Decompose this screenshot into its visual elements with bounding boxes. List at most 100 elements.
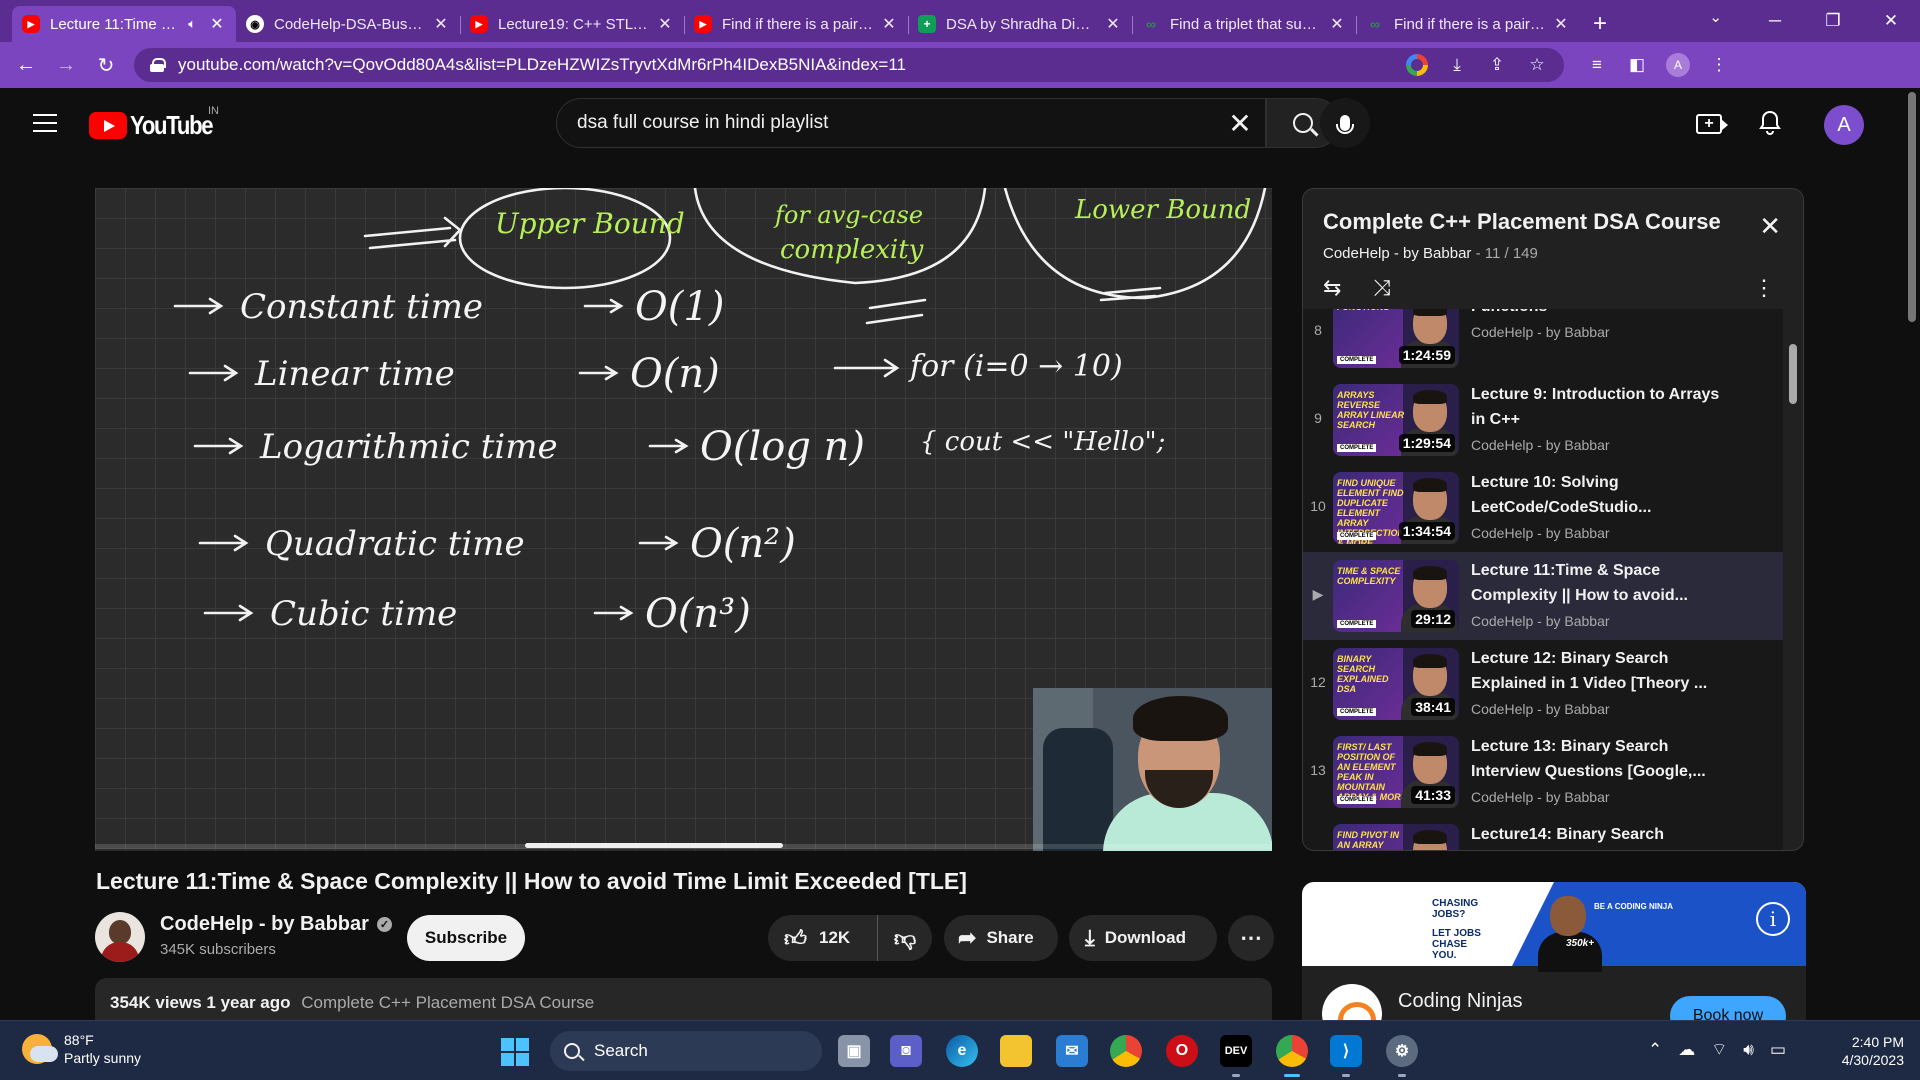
taskbar-search[interactable]: Search [550, 1031, 822, 1071]
bookmark-star-icon[interactable]: ☆ [1526, 54, 1548, 76]
notifications-bell-icon[interactable] [1756, 110, 1784, 136]
subscribe-button[interactable]: Subscribe [407, 915, 525, 961]
restore-icon[interactable]: ❐ [1804, 0, 1862, 42]
side-panel-icon[interactable]: ◧ [1626, 54, 1648, 76]
playlist-item-title[interactable]: Lecture14: Binary Search Interview Quest… [1471, 822, 1731, 850]
playlist-item-thumbnail[interactable]: FIRST/ LAST POSITION OF AN ELEMENT PEAK … [1333, 736, 1459, 808]
browser-tab[interactable]: + DSA by Shradha Didi & Aman Bhaiya ✕ [908, 6, 1132, 42]
tab-search-icon[interactable]: ⌄ [1709, 8, 1722, 26]
tab-audio-icon[interactable]: 🔈︎ [188, 16, 196, 32]
playlist-item-thumbnail[interactable]: ARRAYS REVERSE ARRAY LINEAR SEARCH COMPL… [1333, 384, 1459, 456]
browser-tab[interactable]: ▶ Find if there is a pair with given sum ✕ [684, 6, 908, 42]
playlist-item-thumbnail[interactable]: TIME & SPACE COMPLEXITY COMPLETE 29:12 [1333, 560, 1459, 632]
like-button[interactable]: 👍︎ 12K [768, 915, 878, 961]
forward-arrow-icon[interactable]: → [46, 45, 86, 85]
page-scrollbar[interactable] [1908, 92, 1916, 322]
create-video-icon[interactable]: + [1696, 114, 1728, 134]
opera-icon[interactable]: O [1166, 1035, 1198, 1067]
address-bar[interactable]: youtube.com/watch?v=QovOdd80A4s&list=PLD… [134, 48, 1564, 82]
playlist-item[interactable]: ▶ TIME & SPACE COMPLEXITY COMPLETE 29:12… [1303, 552, 1783, 640]
close-tab-icon[interactable]: ✕ [432, 14, 450, 34]
playlist-item[interactable]: 10 FIND UNIQUE ELEMENT FIND DUPLICATE EL… [1303, 464, 1783, 552]
advertiser-name[interactable]: Coding Ninjas [1398, 990, 1523, 1013]
close-window-icon[interactable]: ✕ [1862, 0, 1920, 42]
battery-icon[interactable]: ▭ [1770, 1040, 1786, 1060]
file-explorer-icon[interactable] [1000, 1035, 1032, 1067]
browser-profile-avatar[interactable]: A [1666, 53, 1690, 77]
playlist-item[interactable]: 8 FUNCTIONS COMPLETE 1:24:59 Functions C… [1303, 309, 1783, 376]
browser-tab[interactable]: ◉ CodeHelp-DSA-Busters ✕ [236, 6, 460, 42]
new-tab-button[interactable]: + [1580, 6, 1620, 42]
playlist-item-thumbnail[interactable]: FIND UNIQUE ELEMENT FIND DUPLICATE ELEME… [1333, 472, 1459, 544]
video-player[interactable]: Upper Bound for avg-case complexity Lowe… [95, 188, 1272, 851]
settings-gear-icon[interactable]: ⚙ [1386, 1035, 1418, 1077]
lock-icon[interactable] [150, 58, 166, 72]
close-tab-icon[interactable]: ✕ [1328, 14, 1346, 34]
show-hidden-icons-chevron-icon[interactable]: ⌃ [1648, 1040, 1662, 1060]
playlist-item[interactable]: 9 ARRAYS REVERSE ARRAY LINEAR SEARCH COM… [1303, 376, 1783, 464]
browser-menu-icon[interactable]: ⋮ [1708, 54, 1730, 76]
ad-banner[interactable]: CHASING JOBS? LET JOBS CHASE YOU. 350k+ … [1302, 882, 1806, 972]
playlist-scrollbar[interactable] [1789, 344, 1797, 404]
channel-avatar[interactable] [95, 912, 145, 962]
account-avatar[interactable]: A [1824, 105, 1864, 145]
share-button[interactable]: ➦ Share [944, 915, 1058, 961]
vscode-icon[interactable]: ⟩ [1330, 1035, 1362, 1077]
search-query[interactable]: dsa full course in hindi playlist [577, 112, 1215, 134]
onedrive-cloud-icon[interactable]: ☁ [1678, 1040, 1695, 1060]
dislike-button[interactable]: 👎︎ [878, 925, 932, 952]
share-page-icon[interactable]: ⇪ [1486, 54, 1508, 76]
playlist-item-title[interactable]: Lecture 11:Time & Space Complexity || Ho… [1471, 558, 1731, 608]
close-tab-icon[interactable]: ✕ [656, 14, 674, 34]
more-actions-button[interactable]: ⋯ [1228, 915, 1274, 961]
search-input[interactable]: dsa full course in hindi playlist ✕ [556, 98, 1266, 148]
minimize-icon[interactable]: ─ [1746, 0, 1804, 42]
playlist-channel[interactable]: CodeHelp - by Babbar [1323, 245, 1471, 262]
volume-icon[interactable]: 🔊︎ [1743, 1040, 1754, 1060]
mail-icon[interactable]: ✉ [1056, 1035, 1088, 1067]
devto-icon[interactable]: DEV [1220, 1035, 1252, 1077]
browser-tab[interactable]: ∞ Find a triplet that sum to a given valu… [1132, 6, 1356, 42]
playlist-item-title[interactable]: Lecture 10: Solving LeetCode/CodeStudio.… [1471, 470, 1731, 520]
close-tab-icon[interactable]: ✕ [208, 14, 226, 34]
install-app-icon[interactable]: ⤓ [1446, 54, 1468, 76]
playlist-item-thumbnail[interactable]: FIND PIVOT IN AN ARRAY SEARCH IN A SORTE… [1333, 824, 1459, 850]
channel-name-text[interactable]: CodeHelp - by Babbar [160, 913, 369, 936]
download-button[interactable]: ⤓ Download [1069, 915, 1217, 961]
task-view-icon[interactable]: ▣ [838, 1035, 870, 1067]
media-controls-icon[interactable]: ≡ [1586, 54, 1608, 76]
browser-tab[interactable]: ▶ Lecture19: C++ STL in One Video ✕ [460, 6, 684, 42]
ad-info-icon[interactable]: i [1756, 902, 1790, 936]
playlist-item-thumbnail[interactable]: FUNCTIONS COMPLETE 1:24:59 [1333, 309, 1459, 368]
playlist-item-title[interactable]: Lecture 9: Introduction to Arrays in C++ [1471, 382, 1731, 432]
wifi-icon[interactable]: ⌔ [1711, 1039, 1727, 1060]
playlist-item-title[interactable]: Lecture 12: Binary Search Explained in 1… [1471, 646, 1731, 696]
teams-chat-icon[interactable]: ◙ [890, 1035, 922, 1067]
browser-tab[interactable]: ▶ Lecture 11:Time & Space Complexity 🔈︎ ✕ [12, 6, 236, 42]
browser-tab[interactable]: ∞ Find if there is a pair with given sum ✕ [1356, 6, 1580, 42]
loop-icon[interactable]: ⇆ [1323, 275, 1341, 301]
playlist-item-title[interactable]: Lecture 13: Binary Search Interview Ques… [1471, 734, 1731, 784]
windows-start-icon[interactable] [501, 1038, 529, 1066]
google-lens-icon[interactable] [1406, 54, 1428, 76]
close-tab-icon[interactable]: ✕ [880, 14, 898, 34]
playlist-item-thumbnail[interactable]: BINARY SEARCH EXPLAINED DSA COMPLETE 38:… [1333, 648, 1459, 720]
taskbar-clock[interactable]: 2:40 PM 4/30/2023 [1828, 1033, 1904, 1069]
playlist-title[interactable]: Complete C++ Placement DSA Course [1323, 209, 1721, 235]
shuffle-icon[interactable]: ⤨ [1373, 275, 1391, 301]
close-tab-icon[interactable]: ✕ [1104, 14, 1122, 34]
playlist-item[interactable]: 14 FIND PIVOT IN AN ARRAY SEARCH IN A SO… [1303, 816, 1783, 850]
close-tab-icon[interactable]: ✕ [1552, 14, 1570, 34]
playlist-item[interactable]: 12 BINARY SEARCH EXPLAINED DSA COMPLETE … [1303, 640, 1783, 728]
chrome-icon[interactable] [1110, 1035, 1142, 1067]
playlist-link[interactable]: Complete C++ Placement DSA Course [301, 993, 594, 1012]
edge-icon[interactable]: e [946, 1035, 978, 1067]
chrome-profile-icon[interactable] [1276, 1035, 1308, 1077]
back-arrow-icon[interactable]: ← [6, 45, 46, 85]
playlist-item[interactable]: 13 FIRST/ LAST POSITION OF AN ELEMENT PE… [1303, 728, 1783, 816]
hamburger-menu-icon[interactable] [33, 114, 57, 132]
playlist-item-title[interactable]: Functions [1471, 309, 1731, 319]
playlist-menu-icon[interactable]: ⋮ [1753, 275, 1775, 301]
url-text[interactable]: youtube.com/watch?v=QovOdd80A4s&list=PLD… [178, 55, 1406, 75]
voice-search-button[interactable] [1320, 98, 1370, 148]
